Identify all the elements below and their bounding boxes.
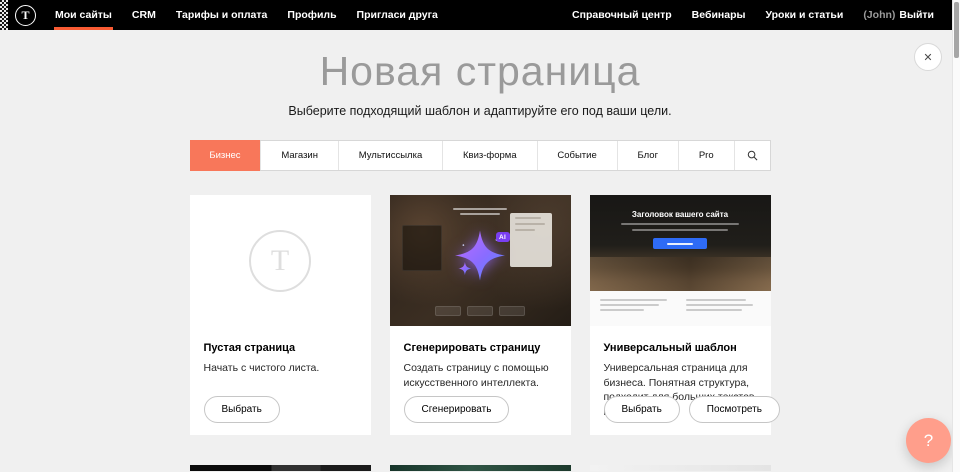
preview-thumbnail-dark: [402, 225, 442, 271]
primary-menu: Мои сайты CRM Тарифы и оплата Профиль Пр…: [45, 0, 448, 30]
template-card-partial[interactable]: [390, 465, 571, 471]
menu-item-pricing[interactable]: Тарифы и оплата: [166, 0, 278, 30]
tab-quiz-form[interactable]: Квиз-форма: [442, 141, 536, 170]
search-icon: [747, 150, 758, 161]
template-card-partial[interactable]: [190, 465, 371, 471]
menu-item-my-sites[interactable]: Мои сайты: [45, 0, 122, 30]
menu-item-logout[interactable]: (John) Выйти: [853, 0, 944, 30]
blank-template-preview: T: [190, 195, 371, 326]
scrollbar-track[interactable]: [952, 0, 960, 472]
card-title: Универсальный шаблон: [604, 342, 757, 354]
tab-business[interactable]: Бизнес: [190, 140, 261, 171]
preview-text-line: [632, 229, 728, 231]
preview-text-section: [590, 291, 771, 326]
tilda-logo-letter: T: [21, 8, 29, 23]
preview-text-line: [621, 223, 739, 225]
card-body: Пустая страница Начать с чистого листа.: [190, 326, 371, 376]
card-body: Сгенерировать страницу Создать страницу …: [390, 326, 571, 390]
tab-shop[interactable]: Магазин: [260, 141, 337, 170]
page-title: Новая страница: [0, 30, 960, 94]
main-content: ✕ Новая страница Выберите подходящий шаб…: [0, 30, 960, 472]
card-actions: Выбрать: [204, 396, 280, 423]
template-card-ai-generate[interactable]: AI Сгенерировать страницу Создать страни…: [390, 195, 571, 435]
preview-thumbnail-light: [510, 213, 552, 267]
help-button[interactable]: ?: [906, 418, 951, 463]
menu-item-profile[interactable]: Профиль: [277, 0, 346, 30]
topbar: T Мои сайты CRM Тарифы и оплата Профиль …: [0, 0, 960, 30]
preview-heading: Заголовок вашего сайта: [590, 195, 771, 219]
card-title: Сгенерировать страницу: [404, 342, 557, 354]
tab-multilink[interactable]: Мультиссылка: [338, 141, 442, 170]
card-description: Создать страницу с помощью искусственног…: [404, 361, 557, 390]
card-title: Пустая страница: [204, 342, 357, 354]
tilda-logo[interactable]: T: [15, 5, 36, 26]
preview-hero: Заголовок вашего сайта: [590, 195, 771, 291]
close-icon: ✕: [923, 51, 932, 64]
menu-item-lessons[interactable]: Уроки и статьи: [755, 0, 853, 30]
secondary-menu: Справочный центр Вебинары Уроки и статьи…: [562, 0, 960, 30]
tab-blog[interactable]: Блог: [617, 141, 678, 170]
menu-item-crm[interactable]: CRM: [122, 0, 166, 30]
select-universal-button[interactable]: Выбрать: [604, 396, 680, 423]
preview-paragraph-decor: [600, 298, 675, 319]
menu-item-webinars[interactable]: Вебинары: [682, 0, 756, 30]
user-name: (John): [863, 9, 895, 21]
question-icon: ?: [924, 431, 933, 451]
preview-paragraph-decor: [686, 298, 761, 319]
preview-cta-button: [653, 238, 707, 249]
edge-pattern-decor: [0, 0, 8, 30]
universal-template-preview: Заголовок вашего сайта: [590, 195, 771, 326]
close-button[interactable]: ✕: [914, 43, 942, 71]
tab-pro[interactable]: Pro: [678, 141, 734, 170]
ai-template-preview: AI: [390, 195, 571, 326]
page-subtitle: Выберите подходящий шаблон и адаптируйте…: [0, 104, 960, 118]
template-card-universal[interactable]: Заголовок вашего сайта: [590, 195, 771, 435]
scrollbar-thumb[interactable]: [954, 2, 959, 58]
template-card-partial[interactable]: [590, 465, 771, 471]
template-card-blank[interactable]: T Пустая страница Начать с чистого листа…: [190, 195, 371, 435]
next-row-partial: [190, 465, 771, 471]
card-actions: Сгенерировать: [404, 396, 510, 423]
preview-universal-button[interactable]: Посмотреть: [689, 396, 780, 423]
ai-badge: AI: [496, 232, 510, 242]
template-category-tabs: Бизнес Магазин Мультиссылка Квиз-форма С…: [190, 140, 771, 171]
generate-button[interactable]: Сгенерировать: [404, 396, 510, 423]
template-grid: T Пустая страница Начать с чистого листа…: [190, 195, 771, 435]
preview-cards-decor: [435, 306, 525, 316]
app-window: T Мои сайты CRM Тарифы и оплата Профиль …: [0, 0, 960, 472]
tab-search[interactable]: [734, 141, 770, 170]
menu-item-help-center[interactable]: Справочный центр: [562, 0, 682, 30]
tilda-mark-icon: T: [249, 230, 311, 292]
menu-item-invite-friend[interactable]: Пригласи друга: [347, 0, 448, 30]
preview-text-decor: [445, 205, 515, 215]
select-blank-button[interactable]: Выбрать: [204, 396, 280, 423]
logout-label: Выйти: [899, 9, 934, 21]
card-actions: Выбрать Посмотреть: [604, 396, 780, 423]
card-description: Начать с чистого листа.: [204, 361, 357, 376]
tab-event[interactable]: Событие: [537, 141, 617, 170]
